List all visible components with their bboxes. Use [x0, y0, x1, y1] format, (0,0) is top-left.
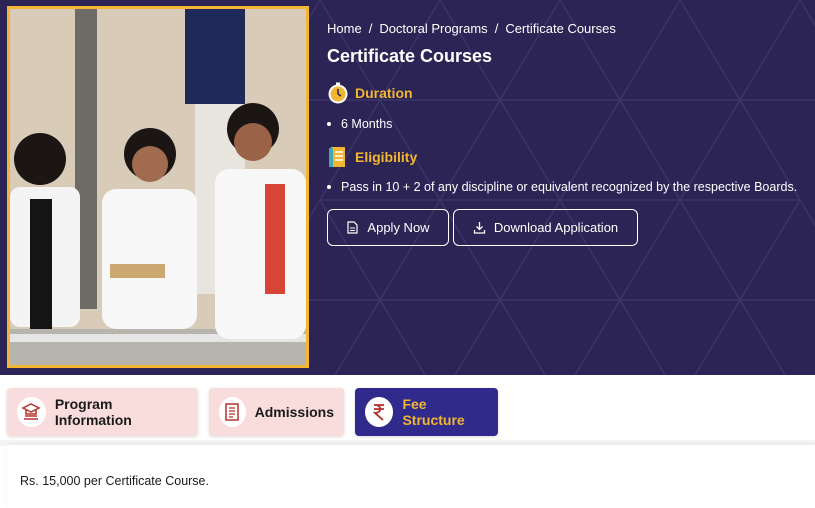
bullet-dot — [327, 185, 331, 189]
tab-admissions[interactable]: Admissions — [209, 388, 344, 436]
students-photo — [7, 6, 309, 368]
apply-now-button[interactable]: Apply Now — [327, 209, 449, 246]
tab-program-information[interactable]: Program Information — [7, 388, 198, 436]
breadcrumb-separator: / — [368, 21, 373, 36]
stopwatch-icon — [327, 82, 349, 104]
fee-text: Rs. 15,000 per Certificate Course. — [20, 474, 209, 488]
breadcrumb: Home / Doctoral Programs / Certificate Cours… — [327, 21, 616, 36]
duration-text: 6 Months — [341, 117, 393, 131]
rupee-icon — [365, 397, 394, 427]
download-application-button[interactable]: Download Application — [453, 209, 638, 246]
duration-value: 6 Months — [327, 117, 392, 131]
page-title: Certificate Courses — [327, 46, 493, 66]
eligibility-label: Eligibility — [355, 149, 418, 165]
students-photo-illustration — [10, 9, 306, 365]
download-application-label: Download Application — [493, 220, 619, 235]
eligibility-heading: Eligibility — [327, 146, 417, 168]
eligibility-value: Pass in 10 + 2 of any discipline or equi… — [327, 180, 797, 194]
tab-program-information-label: Program Information — [54, 396, 132, 428]
tab-admissions-label: Admissions — [254, 404, 334, 420]
program-tabs: Program Information Admissions Fee Struc… — [0, 375, 815, 445]
breadcrumb-doctoral-programs[interactable]: Doctoral Programs — [379, 21, 487, 36]
download-icon — [473, 222, 485, 234]
duration-heading: Duration — [327, 82, 413, 104]
form-icon — [219, 397, 246, 427]
breadcrumb-home[interactable]: Home — [327, 21, 362, 36]
bullet-dot — [327, 122, 331, 126]
apply-now-label: Apply Now — [367, 220, 430, 235]
document-icon — [327, 146, 349, 168]
tab-fee-structure-label: Fee Structure — [402, 396, 465, 428]
duration-label: Duration — [355, 85, 413, 101]
file-icon — [347, 221, 359, 234]
tab-fee-structure[interactable]: Fee Structure — [355, 388, 498, 436]
fee-structure-panel: Rs. 15,000 per Certificate Course. — [7, 445, 815, 508]
breadcrumb-current: Certificate Courses — [505, 21, 616, 36]
eligibility-text: Pass in 10 + 2 of any discipline or equi… — [341, 180, 798, 194]
breadcrumb-separator: / — [494, 21, 499, 36]
hero-banner: Home / Doctoral Programs / Certificate Cours… — [0, 0, 815, 375]
graduation-book-icon — [17, 397, 46, 427]
